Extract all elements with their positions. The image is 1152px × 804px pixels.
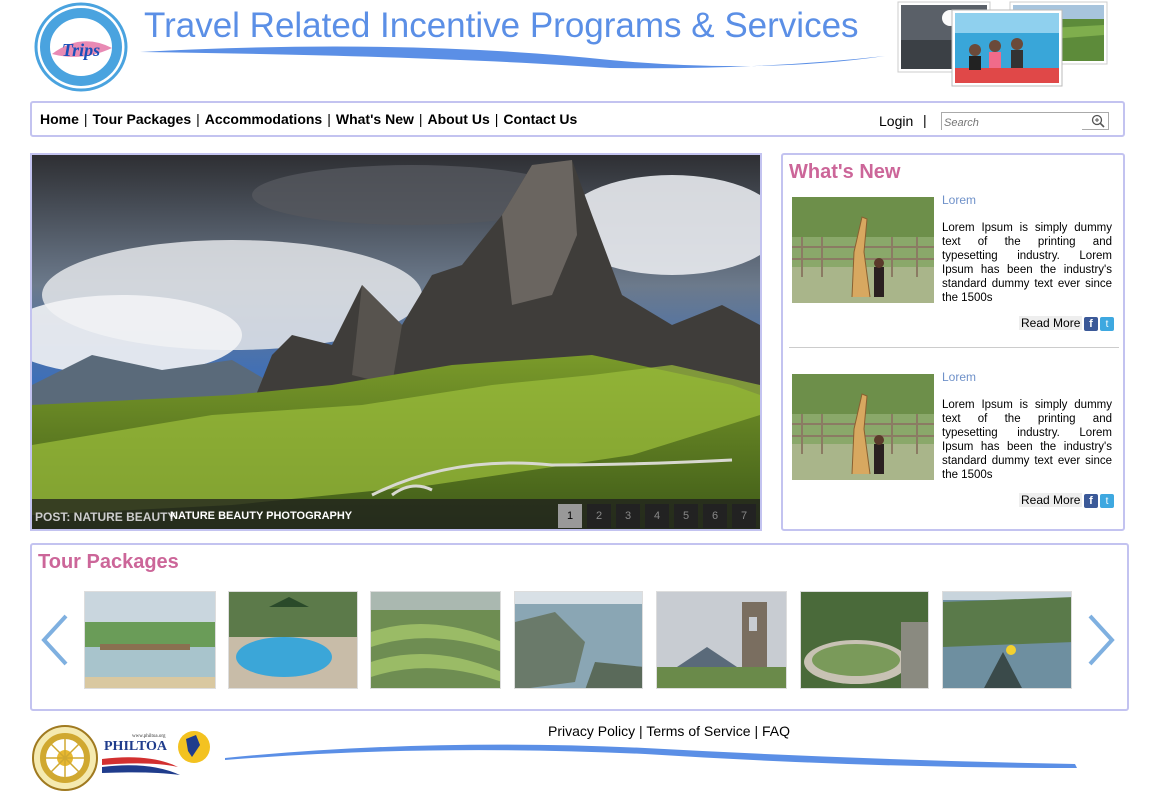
nav-separator: | [327,111,331,127]
tour-thumbnail[interactable] [228,591,358,689]
nav-about-us[interactable]: About Us [428,111,490,127]
trips-logo[interactable]: Trips [32,2,130,92]
facebook-icon[interactable]: f [1084,494,1098,508]
hero-page-5[interactable]: 5 [674,504,698,528]
footer-links: Privacy Policy | Terms of Service | FAQ [548,723,790,739]
search-icon[interactable] [1091,114,1105,128]
hero-page-4[interactable]: 4 [645,504,669,528]
hero-image [32,155,760,529]
svg-text:Trips: Trips [62,40,100,60]
footer-faq[interactable]: FAQ [762,723,790,739]
search-box [941,112,1109,131]
twitter-icon[interactable]: t [1100,317,1114,331]
carousel-next-arrow-icon[interactable] [1086,614,1116,666]
hero-slider [30,153,762,531]
hero-page-2[interactable]: 2 [587,504,611,528]
search-input[interactable] [942,115,1082,131]
nav-separator: | [494,111,499,127]
hero-page-1[interactable]: 1 [558,504,582,528]
department-of-tourism-logo[interactable] [30,724,100,792]
hero-page-6[interactable]: 6 [703,504,727,528]
footer-privacy-policy[interactable]: Privacy Policy [548,723,635,739]
footer-separator: | [639,723,643,739]
main-nav: Home | Tour Packages | Accommodations | Wha… [40,111,577,127]
twitter-icon[interactable]: t [1100,494,1114,508]
whats-new-divider [789,347,1119,348]
nav-tour-packages[interactable]: Tour Packages [93,111,192,127]
hero-page-7[interactable]: 7 [732,504,756,528]
nav-separator: | [418,111,423,127]
hero-caption-text: NATURE BEAUTY PHOTOGRAPHY [170,510,353,522]
read-more-button[interactable]: Read More [1019,316,1083,330]
facebook-icon[interactable]: f [1084,317,1098,331]
footer-swoosh [225,744,1077,768]
login-link[interactable]: Login [879,113,913,129]
whats-new-heading[interactable]: Lorem [942,193,976,207]
tour-thumbnail[interactable] [514,591,643,689]
tour-thumbnail[interactable] [84,591,216,689]
tour-thumbnail[interactable] [942,591,1072,689]
philtoa-logo[interactable]: www.philtoa.org PHILTOA [100,725,215,783]
tour-packages-title: Tour Packages [38,551,179,573]
nav-contact-us[interactable]: Contact Us [503,111,577,127]
whats-new-title: What's New [789,161,901,183]
title-swoosh [140,46,885,69]
read-more-button[interactable]: Read More [1019,493,1083,507]
svg-text:PHILTOA: PHILTOA [104,739,168,754]
nav-accommodations[interactable]: Accommodations [205,111,322,127]
tour-thumbnail[interactable] [800,591,929,689]
login-separator: | [923,112,927,128]
whats-new-body: Lorem Ipsum is simply dummy text of the … [942,399,1112,481]
whats-new-body: Lorem Ipsum is simply dummy text of the … [942,222,1112,304]
hero-caption-label: POST: NATURE BEAUTY [35,510,176,524]
tour-thumbnail[interactable] [370,591,501,689]
nav-separator: | [196,111,200,127]
footer-terms-of-service[interactable]: Terms of Service [646,723,750,739]
whats-new-heading[interactable]: Lorem [942,370,976,384]
nav-home[interactable]: Home [40,111,79,127]
nav-whats-new[interactable]: What's New [336,111,414,127]
carousel-prev-arrow-icon[interactable] [40,614,70,666]
whats-new-image[interactable] [792,197,934,303]
whats-new-image[interactable] [792,374,934,480]
nav-separator: | [83,111,88,127]
tour-thumbnail[interactable] [656,591,787,689]
hero-page-3[interactable]: 3 [616,504,640,528]
footer-separator: | [754,723,759,739]
header-photo-collage [897,1,1108,87]
